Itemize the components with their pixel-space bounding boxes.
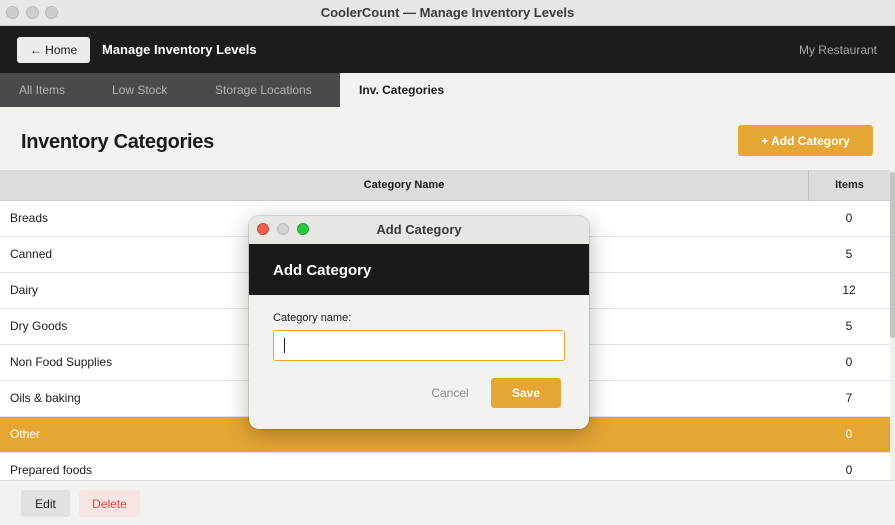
tab-bar: All Items Low Stock Storage Locations In… bbox=[0, 73, 895, 107]
dialog-window-title: Add Category bbox=[376, 222, 462, 237]
add-category-dialog: Add Category Add Category Category name:… bbox=[249, 216, 589, 429]
item-count-cell: 0 bbox=[845, 463, 853, 477]
home-button[interactable]: ← Home bbox=[17, 37, 90, 63]
item-count-cell: 12 bbox=[842, 283, 856, 297]
cancel-button[interactable]: Cancel bbox=[423, 378, 477, 408]
category-name-cell: Dry Goods bbox=[10, 319, 68, 333]
item-count-cell: 0 bbox=[845, 427, 853, 441]
section-title: Inventory Categories bbox=[21, 131, 214, 153]
category-name-cell: Dairy bbox=[10, 283, 39, 297]
column-header-items[interactable]: Items bbox=[808, 170, 890, 201]
page-title: Manage Inventory Levels bbox=[102, 42, 257, 57]
category-name-input[interactable] bbox=[273, 330, 565, 361]
category-name-cell: Prepared foods bbox=[10, 463, 93, 477]
tab-storage-locations[interactable]: Storage Locations bbox=[196, 73, 331, 107]
table-row[interactable]: Prepared foods 0 bbox=[0, 453, 890, 480]
delete-button[interactable]: Delete bbox=[79, 490, 140, 517]
dialog-header: Add Category bbox=[249, 244, 589, 295]
tab-low-stock[interactable]: Low Stock bbox=[93, 73, 186, 107]
item-count-cell: 0 bbox=[845, 211, 853, 225]
window-titlebar: CoolerCount — Manage Inventory Levels bbox=[0, 0, 895, 26]
dialog-titlebar: Add Category bbox=[249, 216, 589, 244]
category-name-cell: Canned bbox=[10, 247, 53, 261]
item-count-cell: 0 bbox=[845, 355, 853, 369]
item-count-cell: 7 bbox=[845, 391, 853, 405]
table-scrollbar[interactable] bbox=[890, 170, 895, 480]
category-name-cell: Oils & baking bbox=[10, 391, 81, 405]
category-name-cell: Other bbox=[10, 427, 41, 441]
app-header: ← Home Manage Inventory Levels My Restau… bbox=[0, 26, 895, 73]
window-title: CoolerCount — Manage Inventory Levels bbox=[320, 5, 575, 20]
text-caret bbox=[284, 338, 285, 353]
category-name-cell: Non Food Supplies bbox=[10, 355, 113, 369]
dialog-heading: Add Category bbox=[273, 262, 372, 279]
scrollbar-thumb[interactable] bbox=[890, 172, 895, 338]
tab-inv-categories[interactable]: Inv. Categories bbox=[340, 73, 895, 107]
item-count-cell: 5 bbox=[845, 247, 853, 261]
table-header: Category Name Items bbox=[0, 170, 890, 201]
item-count-cell: 5 bbox=[845, 319, 853, 333]
column-header-category-name[interactable]: Category Name bbox=[0, 170, 808, 201]
add-category-button[interactable]: + Add Category bbox=[738, 125, 873, 156]
tab-all-items[interactable]: All Items bbox=[0, 73, 84, 107]
footer-toolbar: Edit Delete bbox=[0, 480, 895, 525]
save-button[interactable]: Save bbox=[491, 378, 561, 408]
category-name-label: Category name: bbox=[273, 312, 352, 324]
edit-button[interactable]: Edit bbox=[21, 490, 70, 517]
restaurant-name: My Restaurant bbox=[798, 43, 877, 57]
category-name-cell: Breads bbox=[10, 211, 49, 225]
